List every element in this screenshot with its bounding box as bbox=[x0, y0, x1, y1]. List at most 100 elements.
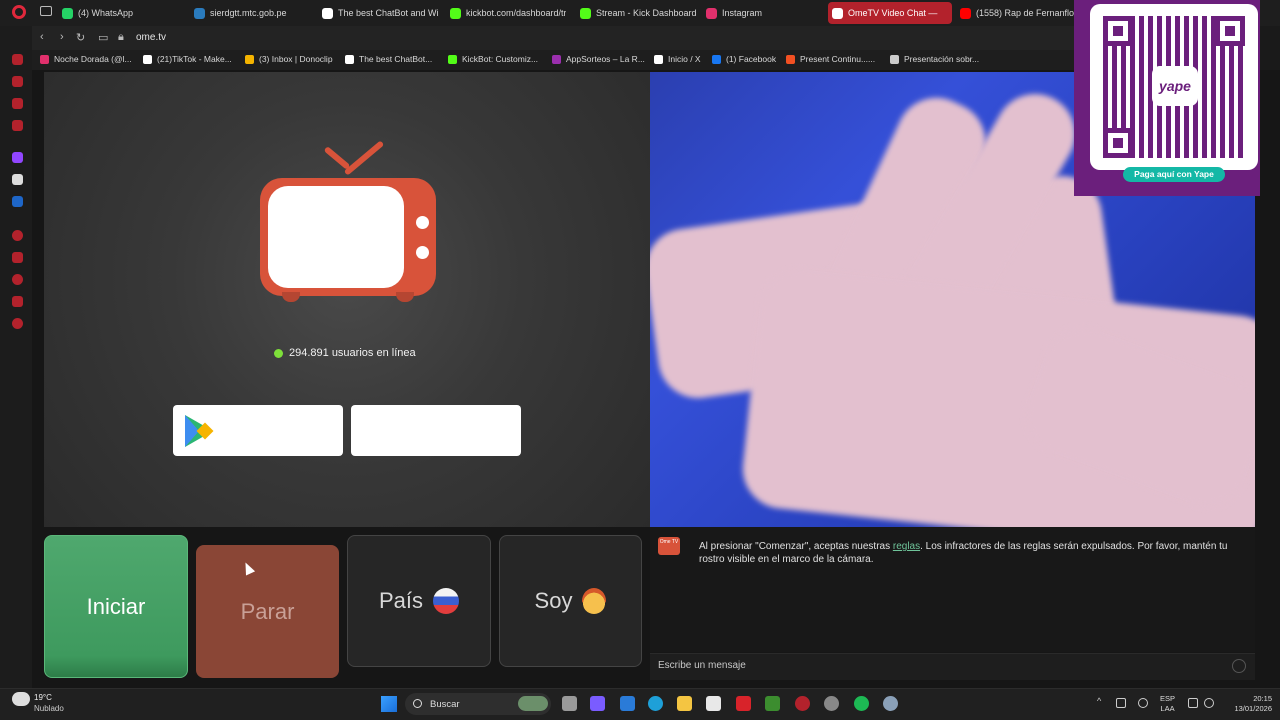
spotify-icon[interactable] bbox=[854, 696, 869, 711]
app-store-button[interactable] bbox=[351, 405, 521, 456]
taskbar-search-label: Buscar bbox=[430, 699, 460, 710]
weather-condition[interactable]: Nublado bbox=[34, 704, 64, 713]
clock-time: 20:15 bbox=[1253, 694, 1272, 703]
bookmark-item[interactable]: (1) Facebook bbox=[712, 54, 776, 64]
store-icon[interactable] bbox=[706, 696, 721, 711]
qr-finder-top-left bbox=[1103, 16, 1133, 46]
camera-icon[interactable]: ▭ bbox=[98, 31, 108, 44]
bookmark-item[interactable]: Inicio / X bbox=[654, 54, 701, 64]
country-button-label: País bbox=[378, 588, 424, 613]
bookmark-item[interactable]: (21)TikTok - Make... bbox=[143, 54, 232, 64]
bookmark-label: The best ChatBot... bbox=[359, 54, 433, 64]
opera-taskbar-icon[interactable] bbox=[795, 696, 810, 711]
network-icon[interactable] bbox=[1188, 698, 1198, 708]
browser-tab[interactable]: kickbot.com/dashboard/tr bbox=[446, 2, 566, 24]
widgets-icon[interactable] bbox=[620, 696, 635, 711]
google-play-button[interactable] bbox=[173, 405, 343, 456]
bookmark-item[interactable]: The best ChatBot... bbox=[345, 54, 432, 64]
start-button[interactable]: Iniciar bbox=[44, 535, 188, 678]
bookmark-favicon-icon bbox=[654, 54, 663, 64]
chat-message-start: Al presionar "Comenzar", aceptas nuestra… bbox=[699, 541, 893, 552]
tray-app-icon[interactable] bbox=[1116, 698, 1126, 708]
sidebar-vk-icon[interactable] bbox=[12, 196, 23, 207]
tab-favicon-icon bbox=[832, 7, 843, 19]
sidebar-player-icon[interactable] bbox=[12, 230, 23, 241]
search-highlight-icon[interactable] bbox=[518, 696, 548, 711]
keyboard-language[interactable]: ESP LAA bbox=[1160, 694, 1175, 714]
microphone-icon[interactable] bbox=[1138, 698, 1148, 708]
edge-icon[interactable] bbox=[648, 696, 663, 711]
bookmark-favicon-icon bbox=[712, 54, 721, 64]
bookmark-favicon-icon bbox=[552, 54, 561, 64]
bookmark-label: Present Continu...... bbox=[800, 54, 876, 64]
bookmark-item[interactable]: KickBot: Customiz... bbox=[448, 54, 538, 64]
bookmark-item[interactable]: AppSorteos – La R... bbox=[552, 54, 645, 64]
sidebar-messenger-icon[interactable] bbox=[12, 120, 23, 131]
gender-button[interactable]: Soy bbox=[499, 535, 642, 667]
sidebar-game-icon[interactable] bbox=[12, 98, 23, 109]
sidebar-twitch-icon[interactable] bbox=[12, 152, 23, 163]
volume-icon[interactable] bbox=[1204, 698, 1214, 708]
opera-gx-icon[interactable] bbox=[824, 696, 839, 711]
qr-finder-top-right bbox=[1215, 16, 1245, 46]
browser-tab[interactable]: (4) WhatsApp bbox=[58, 2, 178, 24]
forward-icon[interactable]: › bbox=[60, 31, 64, 43]
tv-screen bbox=[268, 186, 404, 288]
tab-menu-icon[interactable] bbox=[40, 6, 52, 16]
ometv-chat-logo-icon: Ome TV bbox=[658, 537, 680, 555]
task-view-icon[interactable] bbox=[562, 696, 577, 711]
chat-message-input[interactable]: Escribe un mensaje bbox=[658, 660, 746, 671]
bookmark-label: KickBot: Customiz... bbox=[462, 54, 539, 64]
stop-button[interactable]: Parar bbox=[196, 545, 339, 678]
back-icon[interactable]: ‹ bbox=[40, 31, 44, 43]
emoji-icon[interactable] bbox=[1232, 659, 1246, 673]
sidebar-bookmark-icon[interactable] bbox=[12, 252, 23, 263]
bookmark-favicon-icon bbox=[143, 54, 152, 64]
settings-icon[interactable] bbox=[883, 696, 898, 711]
country-button[interactable]: País bbox=[347, 535, 491, 667]
tab-label: kickbot.com/dashboard/tr bbox=[466, 8, 566, 18]
tray-chevron-icon[interactable]: ^ bbox=[1097, 696, 1107, 706]
self-camera-panel bbox=[44, 72, 650, 527]
bookmark-item[interactable]: (3) Inbox | Donoclip bbox=[245, 54, 333, 64]
gender-button-label: Soy bbox=[534, 588, 573, 613]
bookmark-label: Inicio / X bbox=[668, 54, 701, 64]
bookmark-label: (21)TikTok - Make... bbox=[157, 54, 232, 64]
copilot-icon[interactable] bbox=[590, 696, 605, 711]
browser-tab[interactable]: The best ChatBot and Wid bbox=[318, 2, 438, 24]
windows-start-icon[interactable] bbox=[381, 696, 397, 712]
clock[interactable]: 20:15 13/01/2026 bbox=[1232, 694, 1272, 714]
browser-tab[interactable]: Stream - Kick Dashboard bbox=[576, 2, 696, 24]
tab-favicon-icon bbox=[580, 7, 591, 19]
browser-tab[interactable]: sierdgtt.mtc.gob.pe bbox=[190, 2, 310, 24]
rules-link[interactable]: reglas bbox=[893, 541, 920, 552]
sidebar-settings-icon[interactable] bbox=[12, 318, 23, 329]
weather-cloud-icon[interactable] bbox=[12, 692, 30, 706]
sidebar-extensions-icon[interactable] bbox=[12, 296, 23, 307]
tab-favicon-icon bbox=[62, 7, 73, 19]
bookmark-label: AppSorteos – La R... bbox=[566, 54, 645, 64]
browser-tab[interactable]: (1558) Rap de Fernanflo bbox=[956, 2, 1076, 24]
sidebar-history-icon[interactable] bbox=[12, 274, 23, 285]
bookmark-favicon-icon bbox=[890, 54, 899, 64]
url-field[interactable]: ome.tv bbox=[136, 32, 166, 43]
weather-temperature[interactable]: 19°C bbox=[34, 693, 52, 702]
minecraft-icon[interactable] bbox=[765, 696, 780, 711]
sidebar-x-icon[interactable] bbox=[12, 174, 23, 185]
tab-label: sierdgtt.mtc.gob.pe bbox=[210, 8, 287, 18]
bookmark-item[interactable]: Present Continu...... bbox=[786, 54, 875, 64]
reload-icon[interactable]: ↻ bbox=[76, 31, 85, 44]
sidebar-bag-icon[interactable] bbox=[12, 76, 23, 87]
wps-office-icon[interactable] bbox=[736, 696, 751, 711]
file-explorer-icon[interactable] bbox=[677, 696, 692, 711]
sidebar-aria-icon[interactable] bbox=[12, 54, 23, 65]
bookmark-favicon-icon bbox=[245, 54, 254, 64]
opera-logo-icon[interactable] bbox=[12, 5, 26, 19]
language-code: ESP bbox=[1160, 694, 1176, 703]
bookmark-item[interactable]: Noche Dorada (@l... bbox=[40, 54, 132, 64]
bookmark-favicon-icon bbox=[40, 54, 49, 64]
bookmark-label: Noche Dorada (@l... bbox=[54, 54, 132, 64]
browser-tab[interactable]: OmeTV Video Chat — bbox=[828, 2, 952, 24]
bookmark-item[interactable]: Presentación sobr... bbox=[890, 54, 979, 64]
browser-tab[interactable]: Instagram bbox=[702, 2, 822, 24]
